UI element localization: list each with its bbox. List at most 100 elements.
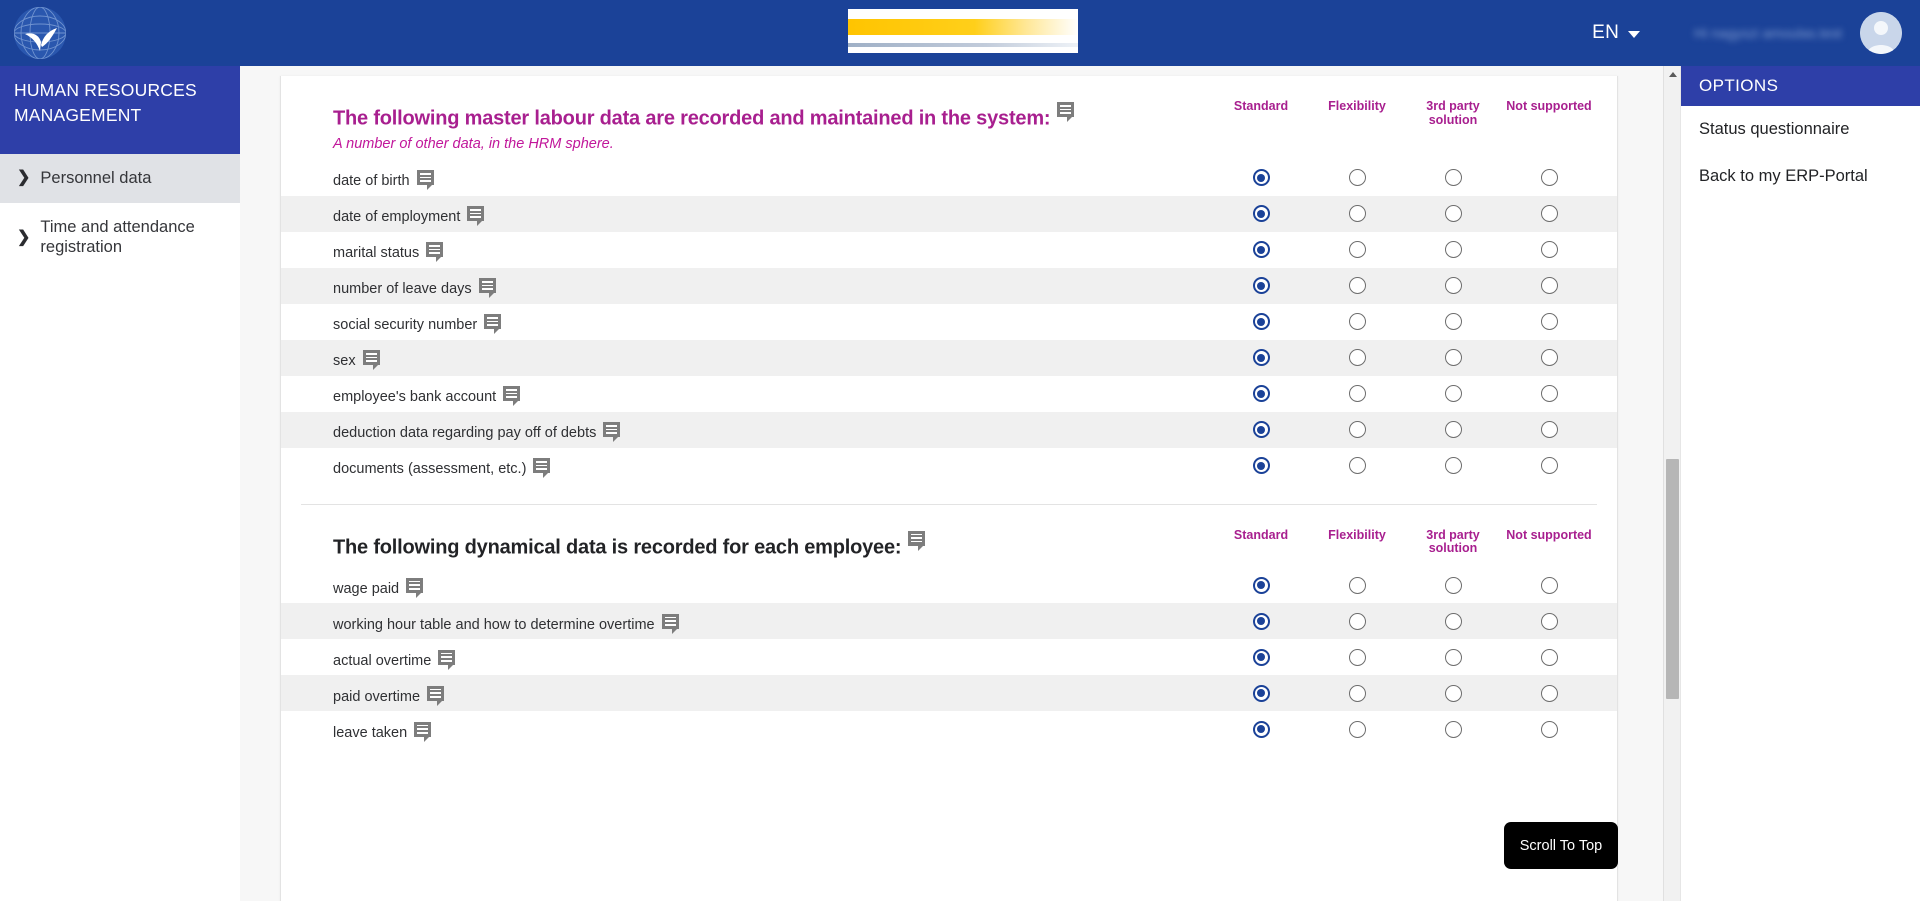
radio-flexibility[interactable] bbox=[1348, 385, 1366, 403]
radio-standard[interactable] bbox=[1252, 457, 1270, 475]
radio-flexibility[interactable] bbox=[1348, 421, 1366, 439]
radio-standard[interactable] bbox=[1252, 648, 1270, 666]
radio-not-supported[interactable] bbox=[1540, 169, 1558, 187]
radio-cell bbox=[1501, 349, 1597, 367]
radio-3rd-party-solution[interactable] bbox=[1444, 421, 1462, 439]
radio-3rd-party-solution[interactable] bbox=[1444, 648, 1462, 666]
radio-flexibility[interactable] bbox=[1348, 720, 1366, 738]
radio-flexibility[interactable] bbox=[1348, 612, 1366, 630]
radio-3rd-party-solution[interactable] bbox=[1444, 241, 1462, 259]
radio-not-supported[interactable] bbox=[1540, 457, 1558, 475]
radio-standard[interactable] bbox=[1252, 720, 1270, 738]
radio-not-supported[interactable] bbox=[1540, 205, 1558, 223]
radio-3rd-party-solution[interactable] bbox=[1444, 277, 1462, 295]
radio-not-supported[interactable] bbox=[1540, 385, 1558, 403]
radio-standard[interactable] bbox=[1252, 313, 1270, 331]
note-icon[interactable] bbox=[484, 314, 502, 335]
radio-3rd-party-solution[interactable] bbox=[1444, 720, 1462, 738]
note-icon[interactable] bbox=[414, 721, 432, 742]
note-icon[interactable] bbox=[362, 350, 380, 371]
radio-standard[interactable] bbox=[1252, 241, 1270, 259]
radio-flexibility[interactable] bbox=[1348, 313, 1366, 331]
radio-flexibility[interactable] bbox=[1348, 169, 1366, 187]
radio-standard[interactable] bbox=[1252, 277, 1270, 295]
radio-3rd-party-solution[interactable] bbox=[1444, 205, 1462, 223]
note-icon[interactable] bbox=[406, 577, 424, 598]
note-icon[interactable] bbox=[467, 206, 485, 227]
note-icon[interactable] bbox=[416, 170, 434, 191]
radio-flexibility[interactable] bbox=[1348, 277, 1366, 295]
note-icon[interactable] bbox=[533, 458, 551, 479]
radio-3rd-party-solution[interactable] bbox=[1444, 349, 1462, 367]
row-label-text: employee's bank account bbox=[333, 389, 497, 406]
radio-flexibility[interactable] bbox=[1348, 205, 1366, 223]
option-back-to-erp-portal[interactable]: Back to my ERP-Portal bbox=[1681, 153, 1920, 200]
table-row: date of birth bbox=[281, 160, 1617, 196]
radio-3rd-party-solution[interactable] bbox=[1444, 457, 1462, 475]
note-icon[interactable] bbox=[603, 422, 621, 443]
radio-flexibility[interactable] bbox=[1348, 457, 1366, 475]
section-dynamical-data: The following dynamical data is recorded… bbox=[281, 505, 1617, 748]
row-label: number of leave days bbox=[281, 278, 496, 299]
radio-standard[interactable] bbox=[1252, 576, 1270, 594]
radio-cell bbox=[1405, 241, 1501, 259]
radio-flexibility[interactable] bbox=[1348, 349, 1366, 367]
table-row: deduction data regarding pay off of debt… bbox=[281, 411, 1617, 448]
note-icon[interactable] bbox=[503, 386, 521, 407]
radio-standard[interactable] bbox=[1252, 205, 1270, 223]
radio-standard[interactable] bbox=[1252, 684, 1270, 702]
radio-cell bbox=[1213, 612, 1309, 630]
radio-cell bbox=[1213, 648, 1309, 666]
radio-not-supported[interactable] bbox=[1540, 576, 1558, 594]
note-icon[interactable] bbox=[478, 278, 496, 299]
scrollbar-up-arrow-icon[interactable] bbox=[1664, 66, 1681, 83]
section-rows: wage paid working hour table and how to d… bbox=[281, 567, 1617, 747]
scroll-to-top-button[interactable]: Scroll To Top bbox=[1504, 822, 1618, 869]
app-logo[interactable] bbox=[0, 0, 240, 66]
radio-standard[interactable] bbox=[1252, 169, 1270, 187]
radio-not-supported[interactable] bbox=[1540, 612, 1558, 630]
radio-standard[interactable] bbox=[1252, 612, 1270, 630]
radio-not-supported[interactable] bbox=[1540, 648, 1558, 666]
row-label: actual overtime bbox=[281, 649, 456, 670]
radio-not-supported[interactable] bbox=[1540, 241, 1558, 259]
option-status-questionnaire[interactable]: Status questionnaire bbox=[1681, 106, 1920, 153]
sidebar-item-time-attendance[interactable]: ❯ Time and attendance registration bbox=[0, 203, 240, 272]
user-avatar[interactable] bbox=[1860, 12, 1902, 54]
note-icon[interactable] bbox=[438, 649, 456, 670]
note-icon[interactable] bbox=[427, 685, 445, 706]
note-icon[interactable] bbox=[908, 530, 926, 551]
content-scrollbar[interactable] bbox=[1663, 66, 1680, 901]
language-selector[interactable]: EN bbox=[1582, 16, 1650, 50]
column-headers: Standard Flexibility 3rd party solution N… bbox=[1213, 528, 1597, 556]
radio-standard[interactable] bbox=[1252, 385, 1270, 403]
scrollbar-thumb[interactable] bbox=[1666, 459, 1679, 699]
radio-3rd-party-solution[interactable] bbox=[1444, 612, 1462, 630]
radio-cell bbox=[1405, 277, 1501, 295]
radio-flexibility[interactable] bbox=[1348, 576, 1366, 594]
radio-not-supported[interactable] bbox=[1540, 349, 1558, 367]
radio-cell bbox=[1309, 277, 1405, 295]
radio-standard[interactable] bbox=[1252, 349, 1270, 367]
radio-cell bbox=[1213, 576, 1309, 594]
note-icon[interactable] bbox=[661, 613, 679, 634]
radio-flexibility[interactable] bbox=[1348, 684, 1366, 702]
radio-cell bbox=[1405, 313, 1501, 331]
sidebar-item-personnel-data[interactable]: ❯ Personnel data bbox=[0, 154, 240, 203]
radio-not-supported[interactable] bbox=[1540, 720, 1558, 738]
radio-standard[interactable] bbox=[1252, 421, 1270, 439]
radio-not-supported[interactable] bbox=[1540, 684, 1558, 702]
radio-cell bbox=[1309, 241, 1405, 259]
radio-3rd-party-solution[interactable] bbox=[1444, 684, 1462, 702]
radio-3rd-party-solution[interactable] bbox=[1444, 169, 1462, 187]
note-icon[interactable] bbox=[426, 242, 444, 263]
radio-not-supported[interactable] bbox=[1540, 277, 1558, 295]
radio-3rd-party-solution[interactable] bbox=[1444, 385, 1462, 403]
radio-flexibility[interactable] bbox=[1348, 648, 1366, 666]
radio-3rd-party-solution[interactable] bbox=[1444, 576, 1462, 594]
radio-flexibility[interactable] bbox=[1348, 241, 1366, 259]
note-icon[interactable] bbox=[1057, 102, 1075, 122]
radio-not-supported[interactable] bbox=[1540, 313, 1558, 331]
radio-not-supported[interactable] bbox=[1540, 421, 1558, 439]
radio-3rd-party-solution[interactable] bbox=[1444, 313, 1462, 331]
